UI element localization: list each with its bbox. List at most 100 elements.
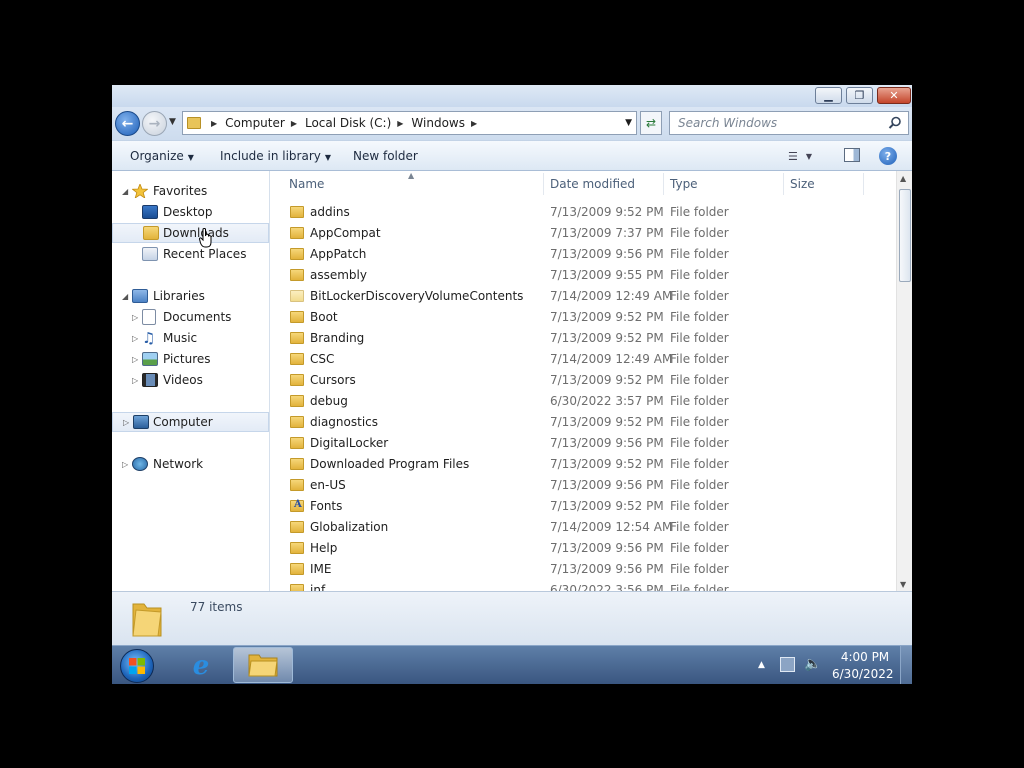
table-row[interactable]: assembly 7/13/2009 9:55 PM File folder xyxy=(270,265,896,286)
vertical-scrollbar[interactable]: ▲ ▼ xyxy=(896,171,912,591)
clock-time[interactable]: 4:00 PM xyxy=(840,650,890,664)
table-row[interactable]: diagnostics 7/13/2009 9:52 PM File folder xyxy=(270,412,896,433)
file-name: assembly xyxy=(310,268,367,282)
breadcrumb-separator-icon[interactable]: ▶ xyxy=(211,119,217,128)
folder-icon xyxy=(290,206,304,218)
file-name: inf xyxy=(310,583,326,591)
nav-favorites[interactable]: ◢ Favorites xyxy=(112,181,269,201)
show-desktop-button[interactable] xyxy=(900,646,912,684)
nav-desktop[interactable]: Desktop xyxy=(112,202,269,222)
search-input[interactable]: Search Windows xyxy=(669,111,909,135)
minimize-button[interactable]: ▁ xyxy=(815,87,842,104)
nav-libraries[interactable]: ◢ Libraries xyxy=(112,286,269,306)
show-hidden-icons-button[interactable]: ▲ xyxy=(758,660,765,670)
maximize-button[interactable]: ❐ xyxy=(846,87,873,104)
table-row[interactable]: Branding 7/13/2009 9:52 PM File folder xyxy=(270,328,896,349)
table-row[interactable]: Downloaded Program Files 7/13/2009 9:52 P… xyxy=(270,454,896,475)
help-button[interactable]: ? xyxy=(879,147,897,165)
windows-explorer-taskbar-button[interactable] xyxy=(233,647,293,683)
address-bar[interactable]: ▶ Computer ▶ Local Disk (C:) ▶ Windows ▶… xyxy=(182,111,637,135)
breadcrumb-separator-icon[interactable]: ▶ xyxy=(291,119,297,128)
scrollbar-thumb[interactable] xyxy=(899,189,911,282)
table-row[interactable]: debug 6/30/2022 3:57 PM File folder xyxy=(270,391,896,412)
column-divider[interactable] xyxy=(783,173,784,195)
search-icon[interactable] xyxy=(888,116,902,130)
folder-icon xyxy=(290,353,304,365)
table-row[interactable]: IME 7/13/2009 9:56 PM File folder xyxy=(270,559,896,580)
breadcrumb-computer[interactable]: Computer xyxy=(225,116,285,130)
nav-downloads[interactable]: Downloads xyxy=(112,223,269,243)
table-row[interactable]: addins 7/13/2009 9:52 PM File folder xyxy=(270,202,896,223)
nav-documents[interactable]: ▷ Documents xyxy=(112,307,269,327)
table-row[interactable]: inf 6/30/2022 3:56 PM File folder xyxy=(270,580,896,591)
nav-label: Videos xyxy=(163,373,203,387)
organize-label: Organize xyxy=(130,149,184,163)
expand-triangle-icon[interactable]: ▷ xyxy=(132,376,138,385)
internet-explorer-taskbar-button[interactable]: e xyxy=(184,650,218,681)
breadcrumb-separator-icon[interactable]: ▶ xyxy=(471,119,477,128)
column-header-name[interactable]: Name xyxy=(289,177,324,191)
table-row[interactable]: AppPatch 7/13/2009 9:56 PM File folder xyxy=(270,244,896,265)
nav-pictures[interactable]: ▷ Pictures xyxy=(112,349,269,369)
refresh-icon: ⇄ xyxy=(645,116,657,130)
back-button[interactable]: ← xyxy=(115,111,140,136)
item-count: 77 items xyxy=(190,600,243,614)
column-header-date-modified[interactable]: Date modified xyxy=(550,177,635,191)
new-folder-button[interactable]: New folder xyxy=(353,149,418,163)
table-row[interactable]: BitLockerDiscoveryVolumeContents 7/14/200… xyxy=(270,286,896,307)
table-row[interactable]: Fonts 7/13/2009 9:52 PM File folder xyxy=(270,496,896,517)
computer-icon xyxy=(133,415,149,429)
table-row[interactable]: Cursors 7/13/2009 9:52 PM File folder xyxy=(270,370,896,391)
table-row[interactable]: CSC 7/14/2009 12:49 AM File folder xyxy=(270,349,896,370)
start-button[interactable] xyxy=(120,649,154,683)
folder-icon xyxy=(290,521,304,533)
expand-triangle-icon[interactable]: ▷ xyxy=(123,418,129,427)
expand-triangle-icon[interactable]: ▷ xyxy=(132,334,138,343)
table-row[interactable]: en-US 7/13/2009 9:56 PM File folder xyxy=(270,475,896,496)
expand-triangle-icon[interactable]: ▷ xyxy=(132,355,138,364)
expand-triangle-icon[interactable]: ▷ xyxy=(122,460,128,469)
nav-videos[interactable]: ▷ Videos xyxy=(112,370,269,390)
nav-network[interactable]: ▷ Network xyxy=(112,454,269,474)
file-name: AppCompat xyxy=(310,226,381,240)
nav-recent-places[interactable]: Recent Places xyxy=(112,244,269,264)
table-row[interactable]: AppCompat 7/13/2009 7:37 PM File folder xyxy=(270,223,896,244)
column-header-type[interactable]: Type xyxy=(670,177,698,191)
nav-music[interactable]: ▷ ♫ Music xyxy=(112,328,269,348)
folder-icon xyxy=(290,374,304,386)
collapse-triangle-icon[interactable]: ◢ xyxy=(122,292,128,301)
collapse-triangle-icon[interactable]: ◢ xyxy=(122,187,128,196)
scroll-up-icon[interactable]: ▲ xyxy=(900,174,906,183)
clock-date[interactable]: 6/30/2022 xyxy=(832,667,894,681)
breadcrumb-separator-icon[interactable]: ▶ xyxy=(397,119,403,128)
file-type: File folder xyxy=(670,478,729,492)
change-view-button[interactable]: ☰ ▼ xyxy=(788,147,828,165)
preview-pane-button[interactable] xyxy=(844,148,860,162)
network-tray-icon[interactable] xyxy=(780,657,795,672)
breadcrumb-windows[interactable]: Windows xyxy=(411,116,465,130)
table-row[interactable]: DigitalLocker 7/13/2009 9:56 PM File folde… xyxy=(270,433,896,454)
include-in-library-button[interactable]: Include in library ▼ xyxy=(220,149,331,163)
column-divider[interactable] xyxy=(543,173,544,195)
forward-button[interactable]: → xyxy=(142,111,167,136)
column-divider[interactable] xyxy=(863,173,864,195)
refresh-button[interactable]: ⇄ xyxy=(640,111,662,135)
star-icon xyxy=(131,182,149,199)
address-dropdown-icon[interactable]: ▼ xyxy=(625,118,632,128)
table-row[interactable]: Help 7/13/2009 9:56 PM File folder xyxy=(270,538,896,559)
nav-computer[interactable]: ▷ Computer xyxy=(112,412,269,432)
breadcrumb-local-disk[interactable]: Local Disk (C:) xyxy=(305,116,391,130)
folder-icon xyxy=(290,269,304,281)
table-row[interactable]: Globalization 7/14/2009 12:54 AM File fold… xyxy=(270,517,896,538)
scroll-down-icon[interactable]: ▼ xyxy=(900,580,906,589)
expand-triangle-icon[interactable]: ▷ xyxy=(132,313,138,322)
column-header-size[interactable]: Size xyxy=(790,177,815,191)
table-row[interactable]: Boot 7/13/2009 9:52 PM File folder xyxy=(270,307,896,328)
file-name: Fonts xyxy=(310,499,343,513)
file-date-modified: 7/13/2009 9:52 PM xyxy=(550,331,664,345)
close-button[interactable]: ✕ xyxy=(877,87,911,104)
recent-pages-dropdown[interactable]: ▼ xyxy=(169,117,176,127)
organize-button[interactable]: Organize ▼ xyxy=(130,149,194,163)
volume-tray-icon[interactable]: 🔈 xyxy=(804,656,821,672)
column-divider[interactable] xyxy=(663,173,664,195)
